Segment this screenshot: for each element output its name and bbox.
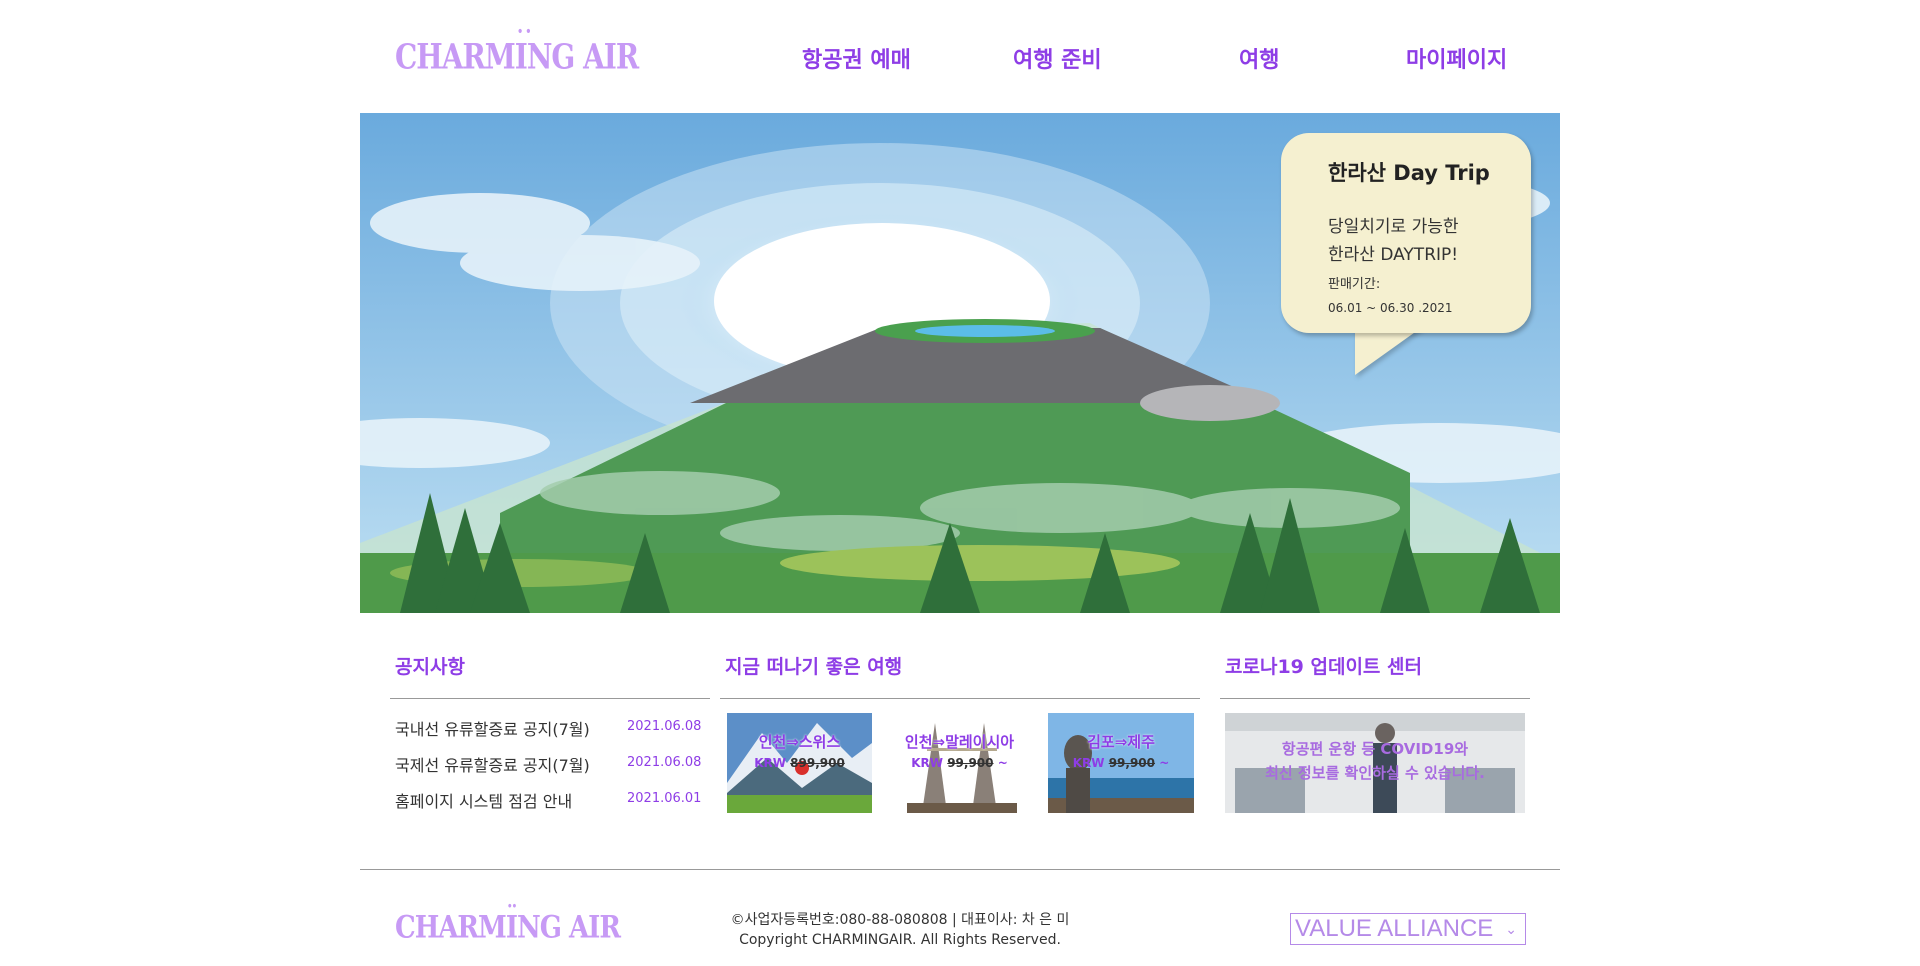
nav-travel[interactable]: 여행 <box>1239 42 1279 74</box>
trip-route: 인천⇒말레이시아 <box>904 733 1015 751</box>
covid-message-line1: 항공편 운항 등 COVID19와 <box>1281 740 1469 758</box>
logo[interactable]: CHARMING AIR ·· <box>395 19 639 78</box>
promo-period: 06.01 ~ 06.30 .2021 <box>1328 301 1453 315</box>
notice-date: 2021.06.08 <box>627 755 702 770</box>
footer-logo[interactable]: CHARMING AIR ·· <box>395 894 621 946</box>
chevron-down-icon: ⌄ <box>1505 921 1517 937</box>
alliance-selected-value: VALUE ALLIANCE <box>1295 915 1494 942</box>
promo-title: 한라산 Day Trip <box>1328 161 1490 185</box>
trip-price-value: 899,900 <box>790 756 845 770</box>
nav-ticket-booking[interactable]: 항공권 예매 <box>802 42 911 74</box>
notice-item[interactable]: 홈페이지 시스템 점검 안내 2021.06.01 <box>395 788 705 812</box>
promo-desc-line1: 당일치기로 가능한 <box>1328 217 1459 237</box>
page: CHARMING AIR ·· 항공권 예매 여행 준비 여행 마이페이지 한라… <box>360 0 1560 966</box>
trip-price: KRW 99,900 ~ <box>887 756 1032 770</box>
footer-info: ©사업자등록번호:080-88-080808 | 대표이사: 차 은 미 Cop… <box>700 910 1100 950</box>
footer-copyright: Copyright CHARMINGAIR. All Rights Reserv… <box>739 932 1061 948</box>
trips-title[interactable]: 지금 떠나기 좋은 여행 <box>725 652 902 679</box>
notice-item[interactable]: 국제선 유류할증료 공지(7월) 2021.06.08 <box>395 752 705 776</box>
trip-currency: KRW <box>911 756 944 770</box>
notice-title[interactable]: 공지사항 <box>395 652 465 679</box>
notice-text: 홈페이지 시스템 점검 안내 <box>395 792 573 811</box>
trip-price-value: 99,900 <box>1108 756 1156 770</box>
footer-divider <box>360 869 1560 870</box>
alliance-select[interactable]: VALUE ALLIANCE ⌄ <box>1290 913 1526 945</box>
trip-price: KRW 99,900 ~ <box>1048 756 1194 770</box>
hero-banner[interactable]: 한라산 Day Trip 당일치기로 가능한 한라산 DAYTRIP! 판매기간… <box>360 113 1560 613</box>
promo-desc-line2: 한라산 DAYTRIP! <box>1328 245 1459 265</box>
notice-date: 2021.06.08 <box>627 719 702 734</box>
notice-text: 국제선 유류할증료 공지(7월) <box>395 756 590 775</box>
trip-route: 김포⇒제주 <box>1087 733 1155 751</box>
covid-message: 항공편 운항 등 COVID19와 최신 정보를 확인하실 수 있습니다. <box>1225 737 1525 785</box>
trip-route: 인천⇒스위스 <box>758 733 841 751</box>
nav-travel-prep[interactable]: 여행 준비 <box>1013 42 1102 74</box>
footer-business-info: ©사업자등록번호:080-88-080808 | 대표이사: 차 은 미 <box>730 912 1070 928</box>
promo-bubble[interactable]: 한라산 Day Trip 당일치기로 가능한 한라산 DAYTRIP! 판매기간… <box>1281 133 1531 333</box>
footer-logo-dots: ·· <box>507 894 517 918</box>
trip-currency: KRW <box>754 756 786 770</box>
covid-card[interactable]: 항공편 운항 등 COVID19와 최신 정보를 확인하실 수 있습니다. <box>1225 713 1525 813</box>
covid-message-line2: 최신 정보를 확인하실 수 있습니다. <box>1265 764 1485 782</box>
covid-title[interactable]: 코로나19 업데이트 센터 <box>1225 652 1422 679</box>
promo-period-label: 판매기간: <box>1328 277 1381 292</box>
logo-dots: ·· <box>517 18 534 45</box>
trip-card-switzerland[interactable]: 인천⇒스위스 KRW 899,900 <box>727 713 872 813</box>
notice-divider <box>390 698 710 699</box>
trip-price: KRW 899,900 <box>727 756 872 770</box>
trip-price-suffix: ~ <box>1159 756 1170 770</box>
notice-item[interactable]: 국내선 유류할증료 공지(7월) 2021.06.08 <box>395 716 705 740</box>
trip-card-malaysia[interactable]: 인천⇒말레이시아 KRW 99,900 ~ <box>887 713 1032 813</box>
notice-text: 국내선 유류할증료 공지(7월) <box>395 720 590 739</box>
trip-currency: KRW <box>1072 756 1105 770</box>
trip-card-jeju[interactable]: 김포⇒제주 KRW 99,900 ~ <box>1048 713 1194 813</box>
trip-price-value: 99,900 <box>947 756 994 770</box>
trip-price-suffix: ~ <box>997 756 1008 770</box>
covid-divider <box>1220 698 1530 699</box>
header: CHARMING AIR ·· 항공권 예매 여행 준비 여행 마이페이지 <box>360 0 1560 113</box>
trips-divider <box>720 698 1200 699</box>
nav-mypage[interactable]: 마이페이지 <box>1406 42 1507 74</box>
notice-date: 2021.06.01 <box>627 791 702 806</box>
promo-description: 당일치기로 가능한 한라산 DAYTRIP! <box>1328 213 1518 269</box>
